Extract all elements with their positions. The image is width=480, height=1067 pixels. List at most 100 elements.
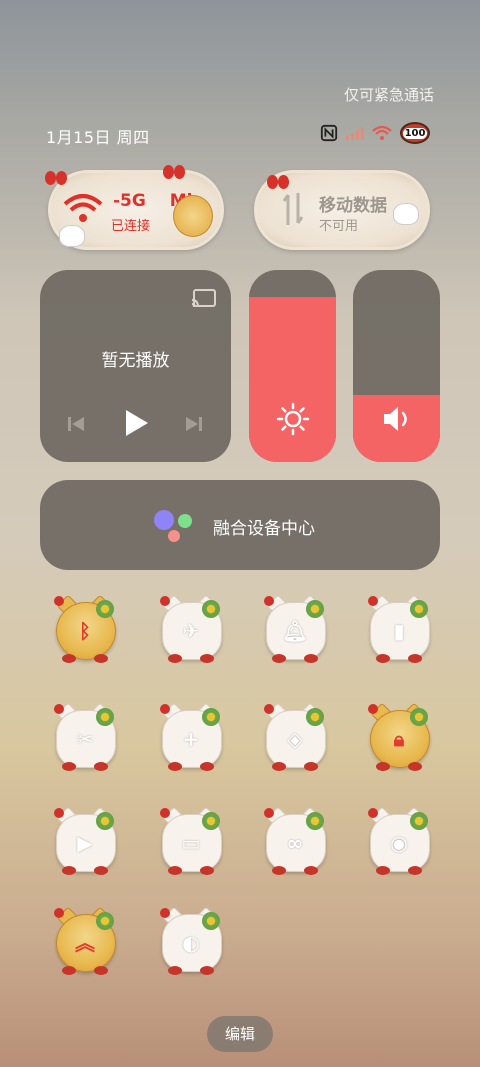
camera-icon: ◉ bbox=[390, 831, 408, 855]
cherry-decoration bbox=[264, 808, 274, 818]
toggle-battery-saver[interactable]: + bbox=[154, 702, 226, 776]
previous-track-icon[interactable] bbox=[66, 414, 86, 434]
feet-decoration bbox=[62, 866, 108, 876]
toggle-hotspot[interactable]: ∞ bbox=[258, 806, 330, 880]
feet-decoration bbox=[272, 654, 318, 664]
toggle-screenshot[interactable]: ✂ bbox=[48, 702, 120, 776]
flower-decoration bbox=[202, 912, 220, 930]
cherry-decoration bbox=[368, 808, 378, 818]
airplane-icon: ✈ bbox=[182, 619, 200, 643]
flower-decoration bbox=[96, 812, 114, 830]
feet-decoration bbox=[168, 654, 214, 664]
feet-decoration bbox=[168, 762, 214, 772]
cellular-signal-icon bbox=[346, 126, 364, 140]
toggle-location[interactable]: ◈ bbox=[258, 702, 330, 776]
cherry-decoration bbox=[264, 596, 274, 606]
toggle-camera[interactable]: ◉ bbox=[362, 806, 434, 880]
wifi-name: -5G bbox=[113, 191, 146, 211]
feet-decoration bbox=[168, 966, 214, 976]
toggle-screen-record[interactable]: ▶ bbox=[48, 806, 120, 880]
feet-decoration bbox=[376, 866, 422, 876]
feet-decoration bbox=[62, 762, 108, 772]
cherry-decoration bbox=[54, 808, 64, 818]
wifi-status: 已连接 bbox=[111, 219, 151, 234]
cherry-decoration bbox=[160, 908, 170, 918]
feet-decoration bbox=[272, 762, 318, 772]
toggle-performance[interactable]: ︽ bbox=[48, 906, 120, 980]
battery-plus-icon: + bbox=[182, 727, 200, 751]
bow-decoration bbox=[267, 175, 289, 189]
flower-decoration bbox=[96, 600, 114, 618]
emergency-call-text: 仅可紧急通话 bbox=[343, 86, 434, 104]
cherry-decoration bbox=[160, 808, 170, 818]
flower-decoration bbox=[306, 708, 324, 726]
cherry-decoration bbox=[54, 596, 64, 606]
brightness-slider[interactable] bbox=[249, 270, 336, 462]
flower-decoration bbox=[410, 600, 428, 618]
feet-decoration bbox=[168, 866, 214, 876]
data-arrows-icon bbox=[283, 193, 303, 225]
feet-decoration bbox=[376, 654, 422, 664]
play-icon[interactable] bbox=[122, 408, 150, 438]
feet-decoration bbox=[62, 966, 108, 976]
cherry-decoration bbox=[264, 704, 274, 714]
nfc-icon bbox=[320, 124, 338, 142]
toggle-rotation-lock[interactable]: 🔒︎ bbox=[362, 702, 434, 776]
flower-decoration bbox=[202, 812, 220, 830]
toggle-silent[interactable]: 🔔︎ bbox=[258, 594, 330, 668]
taiyaki-decoration bbox=[173, 195, 213, 237]
kitty-decoration bbox=[59, 225, 85, 247]
mobile-data-label: 移动数据 bbox=[319, 196, 387, 216]
media-title: 暂无播放 bbox=[101, 351, 170, 371]
chevrons-up-icon: ︽ bbox=[75, 931, 95, 955]
flower-decoration bbox=[202, 600, 220, 618]
feet-decoration bbox=[272, 866, 318, 876]
cherry-decoration bbox=[54, 704, 64, 714]
flower-decoration bbox=[306, 812, 324, 830]
brightness-icon bbox=[276, 402, 310, 436]
cast-icon[interactable] bbox=[191, 288, 217, 310]
cast-icon: ▭ bbox=[181, 831, 201, 855]
bow-decoration bbox=[45, 171, 67, 185]
feet-decoration bbox=[62, 654, 108, 664]
volume-slider[interactable] bbox=[353, 270, 440, 462]
bow-decoration bbox=[163, 165, 185, 179]
volume-icon bbox=[384, 407, 407, 431]
flower-decoration bbox=[410, 708, 428, 726]
toggle-bluetooth[interactable]: ᛒ bbox=[48, 594, 120, 668]
fusion-device-center[interactable]: 融合设备中心 bbox=[40, 480, 440, 570]
cherry-decoration bbox=[54, 908, 64, 918]
video-icon: ▶ bbox=[77, 831, 93, 855]
toggle-cast[interactable]: ▭ bbox=[154, 806, 226, 880]
kitty-decoration bbox=[393, 203, 419, 225]
fusion-label: 融合设备中心 bbox=[213, 519, 315, 539]
media-player-panel[interactable]: 暂无播放 bbox=[40, 270, 231, 462]
cherry-decoration bbox=[160, 596, 170, 606]
toggle-airplane[interactable]: ✈ bbox=[154, 594, 226, 668]
cherry-decoration bbox=[368, 596, 378, 606]
location-icon: ◈ bbox=[287, 727, 303, 751]
edit-button[interactable]: 编辑 bbox=[207, 1016, 273, 1052]
cherry-decoration bbox=[368, 704, 378, 714]
battery-indicator: 100 bbox=[400, 122, 430, 144]
rotation-lock-icon: 🔒︎ bbox=[393, 727, 405, 751]
next-track-icon[interactable] bbox=[184, 414, 204, 434]
wifi-tile[interactable]: -5G Mi 已连接 bbox=[45, 165, 224, 250]
fusion-logo-dot bbox=[168, 530, 180, 542]
feet-decoration bbox=[376, 762, 422, 772]
mobile-data-status: 不可用 bbox=[319, 219, 359, 234]
date-label: 1月15日 周四 bbox=[46, 128, 150, 147]
flower-decoration bbox=[306, 600, 324, 618]
mobile-data-tile[interactable]: 移动数据 不可用 bbox=[254, 170, 430, 250]
toggle-flashlight[interactable]: ▮ bbox=[362, 594, 434, 668]
brightness-fill bbox=[249, 296, 336, 462]
link-icon: ∞ bbox=[286, 831, 304, 855]
status-bar-icons: 100 bbox=[320, 122, 430, 144]
contrast-icon: ◐ bbox=[182, 931, 200, 955]
cherry-decoration bbox=[160, 704, 170, 714]
flower-decoration bbox=[202, 708, 220, 726]
bell-icon: 🔔︎ bbox=[282, 619, 308, 643]
flower-decoration bbox=[96, 708, 114, 726]
scissors-icon: ✂ bbox=[76, 727, 94, 751]
toggle-dark-mode[interactable]: ◐ bbox=[154, 906, 226, 980]
